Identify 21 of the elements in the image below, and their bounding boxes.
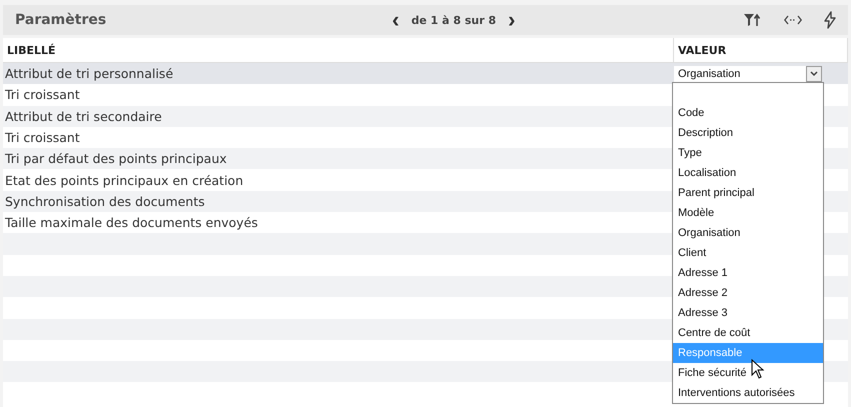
expand-width-icon[interactable] <box>784 15 802 25</box>
next-page-button[interactable]: › <box>506 10 518 30</box>
setting-label: Attribut de tri personnalisé <box>4 65 174 84</box>
setting-label: Tri par défaut des points principaux <box>4 150 228 168</box>
caret-icon[interactable] <box>806 66 822 82</box>
table-row[interactable]: Attribut de tri personnalisé Organisation <box>3 63 848 84</box>
column-header: VALEUR <box>674 38 848 62</box>
lightning-icon[interactable] <box>824 11 836 29</box>
setting-label: Tri croissant <box>4 86 81 104</box>
setting-label: Taille maximale des documents envoyés <box>4 214 259 232</box>
mouse-pointer-icon <box>751 359 765 379</box>
setting-label: Tri croissant <box>4 129 81 148</box>
setting-label: Attribut de tri secondaire <box>4 108 163 126</box>
panel-title: Paramètres <box>15 12 108 28</box>
setting-label: Etat des points principaux en création <box>4 172 244 190</box>
filter-sort-icon[interactable] <box>744 13 762 27</box>
column-header: LIBELLÉ <box>3 38 674 62</box>
setting-label: Synchronisation des documents <box>4 192 206 211</box>
previous-page-button[interactable]: ‹ <box>390 10 402 30</box>
value-dropdown[interactable]: Organisation <box>674 66 822 82</box>
page-indicator: de 1 à 8 sur 8 <box>411 14 496 26</box>
